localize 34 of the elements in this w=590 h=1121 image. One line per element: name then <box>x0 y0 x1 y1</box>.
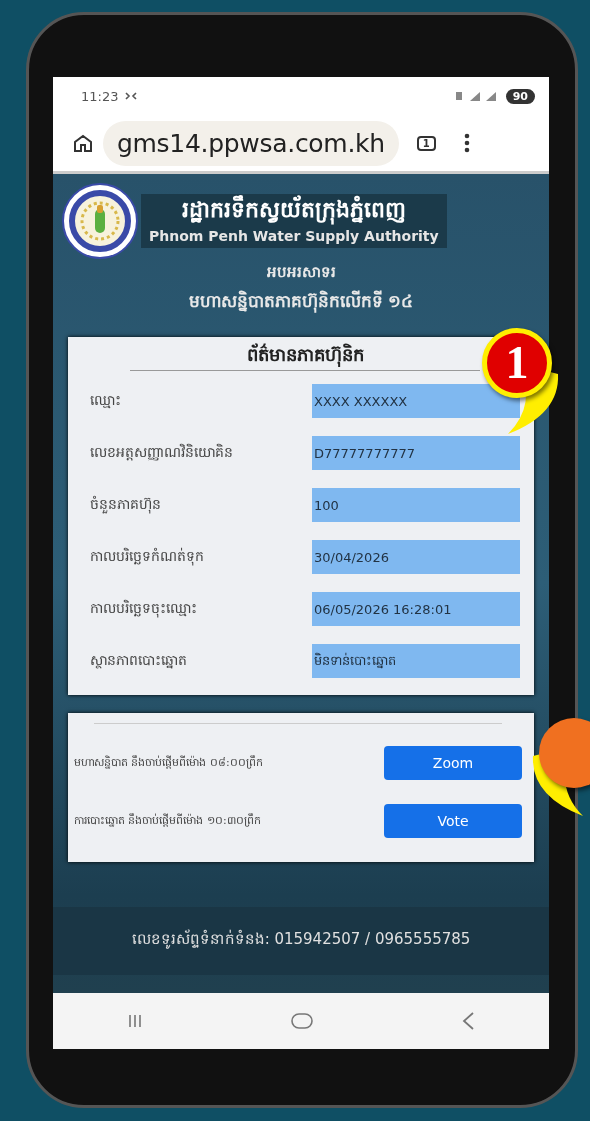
back-icon[interactable] <box>461 1011 476 1031</box>
field-label: កាលបរិច្ឆេទកំណត់ទុក <box>90 546 204 568</box>
home-icon[interactable] <box>73 134 93 152</box>
card-title: ព័ត៌មានភាគហ៊ុនិក <box>130 343 480 371</box>
field-label: លេខអត្តសញ្ញាណវិនិយោគិន <box>90 442 233 463</box>
screen-cast-icon <box>124 90 139 102</box>
menu-icon[interactable] <box>463 133 470 153</box>
callout-number: 1 <box>505 340 529 386</box>
field-label: ស្ថានភាពបោះឆ្នោត <box>90 650 187 671</box>
home-button-icon[interactable] <box>290 1012 314 1030</box>
schedule-text: ការបោះឆ្នោត នឹងចាប់ផ្តើមពីម៉ោង ១០:៣០ព្រឹក <box>74 813 261 829</box>
field-value: 100 <box>312 488 520 522</box>
status-time: 11:23 <box>81 88 119 104</box>
schedule-text: មហាសន្និបាត នឹងចាប់ផ្តើមពីម៉ោង ០៨:០០ព្រឹក <box>74 755 263 771</box>
field-label: ចំនួនភាគហ៊ុន <box>90 494 161 516</box>
organization-name: រដ្ឋាករទឹកស្វយ័តក្រុងភ្នំពេញ <box>181 196 406 228</box>
address-bar[interactable]: gms14.ppwsa.com.kh <box>103 120 399 166</box>
field-value: D77777777777 <box>312 436 520 470</box>
tab-count-button[interactable]: 1 <box>416 135 436 151</box>
field-value: មិនទាន់បោះឆ្នោត <box>312 644 520 678</box>
field-label: កាលបរិច្ឆេទចុះឈ្មោះ <box>90 598 197 620</box>
meeting-title: មហាសន្និបាតភាគហ៊ុនិកលើកទី ១៤ <box>188 290 414 315</box>
field-value: XXXX XXXXXX <box>312 384 520 418</box>
battery-indicator: 90 <box>505 88 535 104</box>
action-button[interactable]: Zoom <box>384 746 522 780</box>
action-button[interactable]: Vote <box>384 804 522 838</box>
organization-name-english: Phnom Penh Water Supply Authority <box>149 228 439 244</box>
recent-apps-icon[interactable] <box>126 1013 143 1029</box>
emblem-logo-icon <box>61 182 139 260</box>
field-value: 30/04/2026 <box>312 540 520 574</box>
greeting-text: អបអរសាទរ <box>266 262 336 283</box>
field-value: 06/05/2026 16:28:01 <box>312 592 520 626</box>
field-label: ឈ្មោះ <box>90 390 121 411</box>
contact-text: លេខទូរស័ព្ទទំនាក់ទំនង: 015942507 / 0965555785 <box>53 907 549 975</box>
